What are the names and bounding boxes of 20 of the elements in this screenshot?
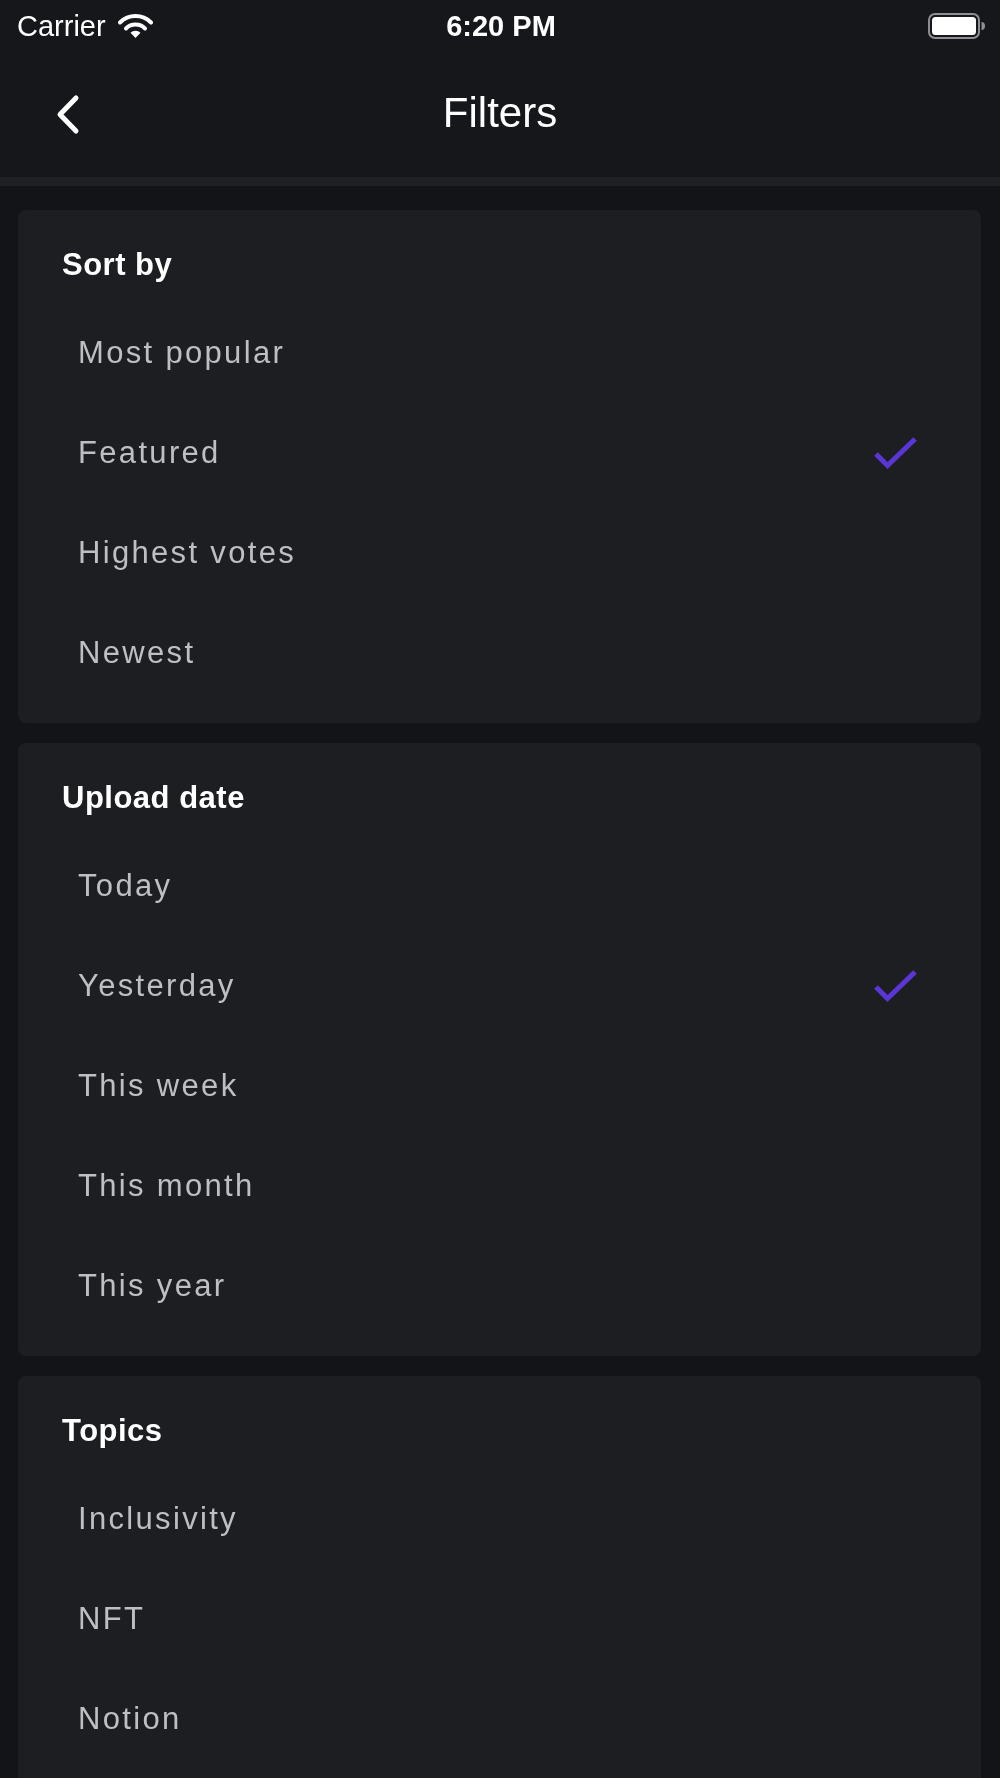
carrier-label: Carrier bbox=[17, 9, 106, 43]
filter-option[interactable]: NFT bbox=[78, 1569, 917, 1669]
filter-option[interactable]: Inclusivity bbox=[78, 1469, 917, 1569]
wifi-icon bbox=[117, 13, 153, 39]
filter-option[interactable]: Today bbox=[78, 836, 917, 936]
filter-option[interactable]: This week bbox=[78, 1036, 917, 1136]
time-label: 6:20 PM bbox=[446, 9, 556, 43]
section-heading: Upload date bbox=[62, 779, 245, 817]
filter-option[interactable]: Featured bbox=[78, 403, 917, 503]
filter-option[interactable]: Yesterday bbox=[78, 936, 917, 1036]
screen-title: Filters bbox=[442, 87, 558, 138]
filter-option[interactable]: Highest votes bbox=[78, 503, 917, 603]
filter-option[interactable]: Notion bbox=[78, 1669, 917, 1769]
battery-icon bbox=[928, 13, 985, 39]
filter-option[interactable]: This month bbox=[78, 1136, 917, 1236]
filter-option[interactable]: This year bbox=[78, 1236, 917, 1336]
section-heading: Topics bbox=[62, 1412, 163, 1450]
filter-option[interactable]: Newest bbox=[78, 603, 917, 703]
section-heading: Sort by bbox=[62, 246, 173, 284]
filter-option[interactable]: Most popular bbox=[78, 303, 917, 403]
